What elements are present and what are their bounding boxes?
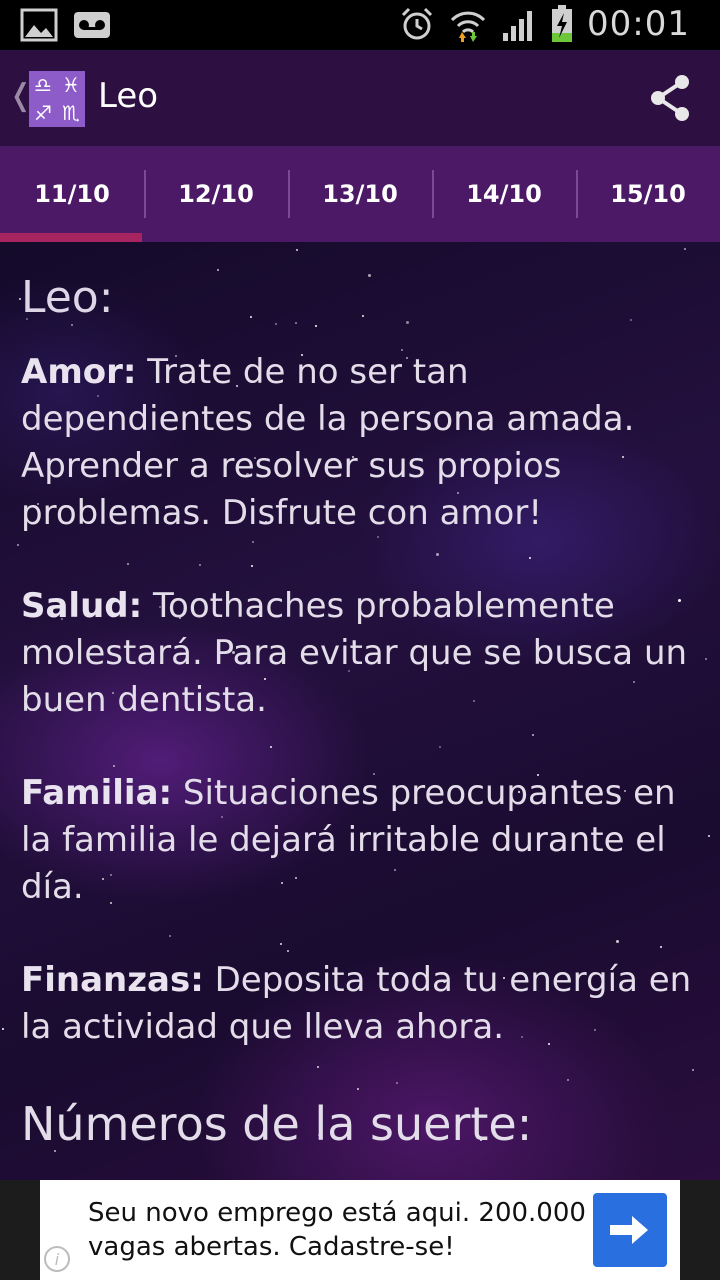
pisces-glyph-icon: ♓ — [62, 73, 80, 97]
tab-14-10[interactable]: 14/10 — [432, 146, 576, 242]
signal-icon — [503, 11, 533, 41]
tab-label: 11/10 — [34, 180, 110, 208]
image-icon — [20, 8, 58, 42]
section-label: Salud: — [21, 586, 143, 626]
ad-text[interactable]: Seu novo emprego está aqui. 200.000 vaga… — [88, 1196, 588, 1264]
tab-11-10[interactable]: 11/10 — [0, 146, 144, 242]
star-dot — [17, 544, 19, 546]
action-bar: ❬ ♎ ♓ ♐ ♏ Leo — [0, 50, 720, 146]
page-title: Leo — [98, 76, 159, 116]
ad-banner[interactable]: Seu novo emprego está aqui. 200.000 vaga… — [40, 1180, 680, 1280]
star-dot — [217, 269, 219, 271]
section-familia: Familia: Situaciones preocupantes en la … — [21, 770, 711, 911]
horoscope-content[interactable]: Leo: Amor: Trate de no ser tan dependien… — [0, 242, 720, 1180]
tab-label: 14/10 — [466, 180, 542, 208]
horoscope-text: Leo: Amor: Trate de no ser tan dependien… — [21, 272, 711, 1151]
alarm-icon — [401, 7, 433, 40]
scorpio-glyph-icon: ♏ — [62, 101, 80, 125]
section-label: Finanzas: — [21, 960, 204, 1000]
sagittarius-glyph-icon: ♐ — [34, 101, 52, 125]
tab-label: 12/10 — [178, 180, 254, 208]
ad-area: Seu novo emprego está aqui. 200.000 vaga… — [0, 1180, 720, 1280]
share-icon[interactable] — [644, 72, 696, 124]
arrow-right-icon — [610, 1216, 648, 1244]
date-tab-strip: 11/10 12/10 13/10 14/10 15/10 — [0, 146, 720, 242]
status-time: 00:01 — [587, 4, 690, 44]
sign-heading: Leo: — [21, 272, 114, 323]
ad-arrow-button[interactable] — [593, 1193, 667, 1267]
status-bar: 00:01 — [0, 0, 720, 50]
star-dot — [296, 249, 298, 251]
wifi-icon — [450, 11, 486, 42]
section-label: Amor: — [21, 352, 137, 392]
tab-label: 15/10 — [610, 180, 686, 208]
tab-12-10[interactable]: 12/10 — [144, 146, 288, 242]
section-amor: Amor: Trate de no ser tan dependientes d… — [21, 349, 711, 537]
tab-15-10[interactable]: 15/10 — [576, 146, 720, 242]
star-dot — [684, 248, 686, 250]
zodiac-app-icon[interactable]: ♎ ♓ ♐ ♏ — [29, 71, 85, 127]
section-finanzas: Finanzas: Deposita toda tu energía en la… — [21, 957, 711, 1051]
tab-13-10[interactable]: 13/10 — [288, 146, 432, 242]
libra-glyph-icon: ♎ — [34, 73, 52, 97]
status-left-icons — [20, 8, 112, 42]
lucky-numbers-heading: Números de la suerte: — [21, 1097, 533, 1151]
voicemail-icon — [74, 12, 110, 38]
screen: 00:01 ❬ ♎ ♓ ♐ ♏ Leo 11/10 12/10 13/10 14… — [0, 0, 720, 1280]
section-label: Familia: — [21, 773, 173, 813]
battery-charging-icon — [552, 5, 573, 42]
star-dot — [2, 1028, 4, 1030]
section-salud: Salud: Toothaches probablemente molestar… — [21, 583, 711, 724]
status-right-icons: 00:01 — [399, 4, 690, 44]
ad-info-icon[interactable]: i — [44, 1246, 70, 1272]
tab-label: 13/10 — [322, 180, 398, 208]
